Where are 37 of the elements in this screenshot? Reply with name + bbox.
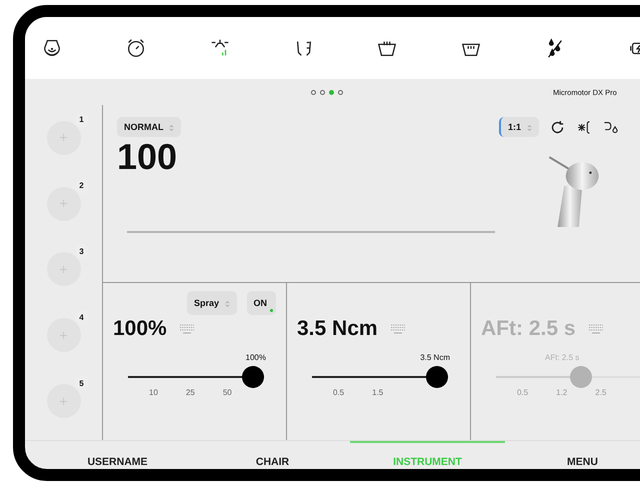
nav-tab[interactable]: USERNAME [40,441,195,469]
tick-label: 0.5 [517,388,528,397]
chevron-icon [526,124,532,132]
slider-reading: AFt: 2.5 s [545,353,580,362]
slider-reading: 100% [244,353,266,362]
plus-icon [59,133,68,142]
nav-tab[interactable]: MENU [505,441,640,469]
slider-thumb[interactable] [426,366,448,388]
chevron-icon [224,300,230,308]
control-value: 100% [113,317,167,341]
ratio-select[interactable]: 1:1 [499,117,539,137]
plus-icon [59,396,68,406]
on-toggle[interactable]: ON [246,291,276,315]
page-dot[interactable] [329,90,334,94]
plus-icon [59,264,68,274]
tick-label: 25 [186,388,195,397]
face-icon[interactable] [41,37,63,59]
control-value: AFt: 2.5 s [481,317,576,341]
page-dot[interactable] [338,90,343,94]
tick-label: 1.2 [556,388,568,397]
tick-label: 50 [222,388,232,397]
chevron-icon [168,124,174,132]
plus-icon [59,199,68,208]
slider-thumb[interactable] [242,366,264,388]
page-dot[interactable] [320,90,325,94]
slider-reading: 3.5 Ncm [419,353,450,362]
mode-select[interactable]: NORMAL [117,117,181,137]
control-value: 3.5 Ncm [297,317,378,341]
tick-label: 10 [149,388,158,397]
tick-label: 0.5 [333,388,344,397]
tick-label: 2.5 [595,388,606,397]
plus-icon [59,330,68,340]
nav-tab[interactable]: CHAIR [195,441,350,469]
tick-label: 1.5 [372,388,384,397]
speed-value: 100 [117,139,178,175]
spray-select[interactable]: Spray [186,291,236,315]
page-dot[interactable] [311,90,316,94]
